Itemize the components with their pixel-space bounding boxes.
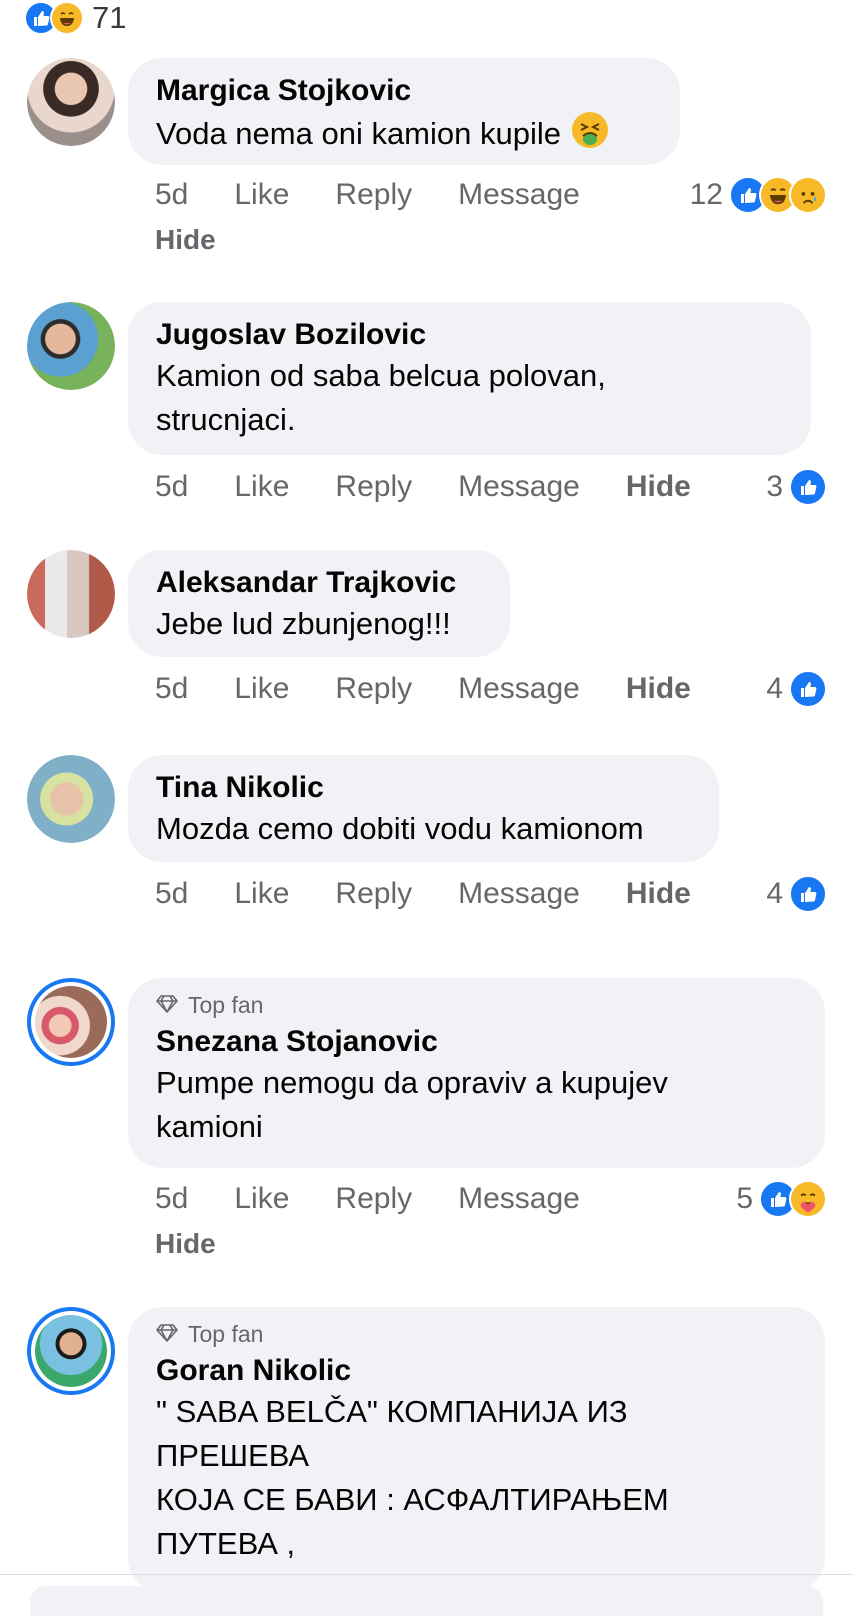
top-fan-badge: Top fan: [156, 992, 797, 1019]
avatar-image: [27, 58, 115, 146]
top-fan-badge: Top fan: [156, 1321, 797, 1348]
avatar-image: [27, 755, 115, 843]
sad-icon: [789, 176, 827, 214]
comment-bubble: Top fan Goran Nikolic " SABA BELČA" КОМП…: [128, 1307, 825, 1592]
reply-button[interactable]: Reply: [335, 877, 412, 911]
comment-time[interactable]: 5d: [155, 672, 188, 706]
haha-icon: [50, 1, 84, 35]
comment-reactions[interactable]: 3: [766, 468, 827, 506]
care-icon: [789, 1180, 827, 1218]
comment-reactions[interactable]: 4: [766, 670, 827, 708]
reply-button[interactable]: Reply: [335, 470, 412, 504]
reaction-count: 4: [766, 672, 783, 705]
comment-time[interactable]: 5d: [155, 178, 188, 212]
comment-text-body: Voda nema oni kamion kupile: [156, 116, 561, 152]
hide-button[interactable]: Hide: [155, 224, 216, 256]
comment-actions: 5d Like Reply Message Hide: [155, 877, 737, 911]
comment-bubble: Aleksandar Trajkovic Jebe lud zbunjenog!…: [128, 550, 510, 657]
like-icon: [789, 875, 827, 913]
comment-author[interactable]: Margica Stojkovic: [156, 72, 652, 110]
comment-time[interactable]: 5d: [155, 470, 188, 504]
hide-button[interactable]: Hide: [155, 1228, 216, 1260]
reply-button[interactable]: Reply: [335, 178, 412, 212]
tired-face-icon: [570, 110, 610, 162]
comment-time[interactable]: 5d: [155, 1182, 188, 1216]
comment-reactions[interactable]: 5: [736, 1180, 827, 1218]
like-button[interactable]: Like: [234, 1182, 289, 1216]
comment-time[interactable]: 5d: [155, 877, 188, 911]
comment-author[interactable]: Jugoslav Bozilovic: [156, 316, 783, 354]
comment-text: Voda nema oni kamion kupile: [156, 110, 652, 162]
avatar[interactable]: [27, 302, 115, 390]
comment-actions: 5d Like Reply Message: [155, 1182, 626, 1216]
avatar[interactable]: [27, 58, 115, 146]
reaction-count: 12: [689, 178, 723, 211]
post-reaction-summary[interactable]: 71: [24, 0, 126, 36]
comment-author[interactable]: Tina Nikolic: [156, 769, 691, 807]
reaction-count: 71: [92, 0, 127, 35]
like-button[interactable]: Like: [234, 178, 289, 212]
comment-actions: 5d Like Reply Message: [155, 178, 626, 212]
comment-bubble: Top fan Snezana Stojanovic Pumpe nemogu …: [128, 978, 825, 1168]
comment-author[interactable]: Goran Nikolic: [156, 1352, 797, 1390]
hide-button[interactable]: Hide: [626, 470, 691, 504]
comment-actions: 5d Like Reply Message Hide: [155, 470, 737, 504]
message-button[interactable]: Message: [458, 672, 580, 706]
reaction-count: 3: [766, 470, 783, 503]
message-button[interactable]: Message: [458, 470, 580, 504]
comment-bubble: Tina Nikolic Mozda cemo dobiti vodu kami…: [128, 755, 719, 862]
avatar[interactable]: [27, 1307, 115, 1395]
like-button[interactable]: Like: [234, 672, 289, 706]
comment-text: Kamion od saba belcua polovan, strucnjac…: [156, 358, 606, 437]
reaction-count: 5: [736, 1182, 753, 1215]
reply-button[interactable]: Reply: [335, 672, 412, 706]
comment-text: Jebe lud zbunjenog!!!: [156, 606, 451, 641]
avatar-image: [27, 550, 115, 638]
top-fan-label: Top fan: [188, 1321, 264, 1347]
comment-reactions[interactable]: 12: [690, 176, 827, 214]
comment-bubble: Jugoslav Bozilovic Kamion od saba belcua…: [128, 302, 811, 455]
comment-author[interactable]: Snezana Stojanovic: [156, 1023, 797, 1061]
comment-text: Pumpe nemogu da opraviv a kupujev kamion…: [156, 1065, 668, 1144]
comment-actions: 5d Like Reply Message Hide: [155, 672, 737, 706]
comment-reactions[interactable]: 4: [766, 875, 827, 913]
reaction-count: 4: [766, 877, 783, 910]
hide-button[interactable]: Hide: [626, 672, 691, 706]
avatar-image: [35, 1315, 107, 1387]
like-button[interactable]: Like: [234, 877, 289, 911]
divider: [0, 1574, 853, 1575]
comment-text: " SABA BELČA" КОМПАНИЈА ИЗ ПРЕШЕВА КОЈА …: [156, 1394, 669, 1561]
comment-text: Mozda cemo dobiti vodu kamionom: [156, 811, 644, 846]
message-button[interactable]: Message: [458, 1182, 580, 1216]
comment-composer[interactable]: [30, 1586, 823, 1616]
like-icon: [789, 670, 827, 708]
avatar[interactable]: [27, 978, 115, 1066]
diamond-icon: [156, 1321, 178, 1348]
like-button[interactable]: Like: [234, 470, 289, 504]
avatar[interactable]: [27, 550, 115, 638]
message-button[interactable]: Message: [458, 178, 580, 212]
hide-button[interactable]: Hide: [626, 877, 691, 911]
reply-button[interactable]: Reply: [335, 1182, 412, 1216]
diamond-icon: [156, 992, 178, 1019]
comment-author[interactable]: Aleksandar Trajkovic: [156, 564, 482, 602]
message-button[interactable]: Message: [458, 877, 580, 911]
comment-bubble: Margica Stojkovic Voda nema oni kamion k…: [128, 58, 680, 165]
top-fan-label: Top fan: [188, 992, 264, 1018]
like-icon: [789, 468, 827, 506]
avatar[interactable]: [27, 755, 115, 843]
avatar-image: [35, 986, 107, 1058]
avatar-image: [27, 302, 115, 390]
